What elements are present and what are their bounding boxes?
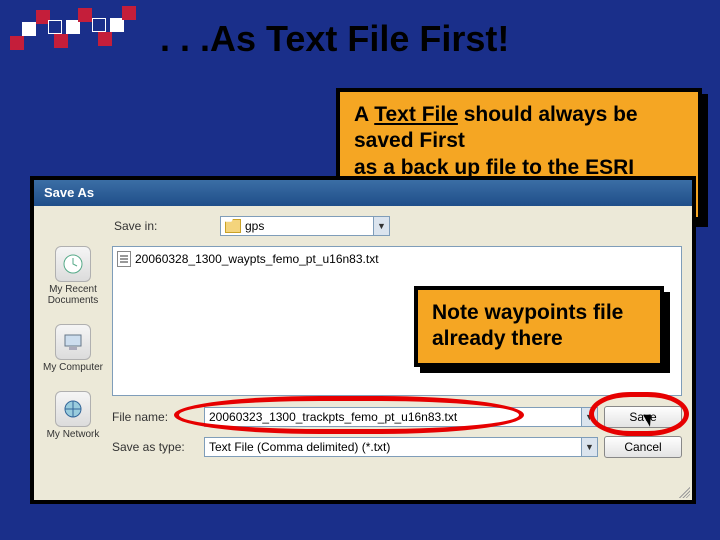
savetype-combo[interactable]: Text File (Comma delimited) (*.txt) ▼	[204, 437, 598, 457]
chevron-down-icon[interactable]: ▼	[581, 408, 597, 426]
save-button[interactable]: Save	[604, 406, 682, 428]
resize-grip-icon	[676, 484, 690, 498]
network-icon	[55, 391, 91, 427]
filename-input[interactable]: 20060323_1300_trackpts_femo_pt_u16n83.tx…	[204, 407, 598, 427]
places-network[interactable]: My Network	[47, 391, 100, 440]
computer-icon	[55, 324, 91, 360]
chevron-down-icon[interactable]: ▼	[373, 217, 389, 235]
folder-icon	[225, 219, 241, 233]
save-in-value: gps	[245, 219, 264, 233]
recent-docs-icon	[55, 246, 91, 282]
chevron-down-icon[interactable]: ▼	[581, 438, 597, 456]
places-bar: My Recent Documents My Computer My Netwo…	[42, 246, 104, 440]
callout-note-waypoints: Note waypoints file already there	[414, 286, 664, 367]
save-in-combo[interactable]: gps ▼	[220, 216, 390, 236]
slide-logo	[8, 8, 148, 68]
save-in-label: Save in:	[114, 219, 220, 233]
text-file-icon	[117, 251, 131, 267]
places-computer[interactable]: My Computer	[43, 324, 103, 373]
places-recent[interactable]: My Recent Documents	[42, 246, 104, 306]
cancel-button[interactable]: Cancel	[604, 436, 682, 458]
list-item[interactable]: 20060328_1300_waypts_femo_pt_u16n83.txt	[117, 251, 677, 267]
slide-title: . . .As Text File First!	[160, 18, 509, 60]
dialog-titlebar: Save As	[34, 180, 692, 206]
filename-label: File name:	[112, 410, 198, 424]
savetype-label: Save as type:	[112, 440, 198, 454]
